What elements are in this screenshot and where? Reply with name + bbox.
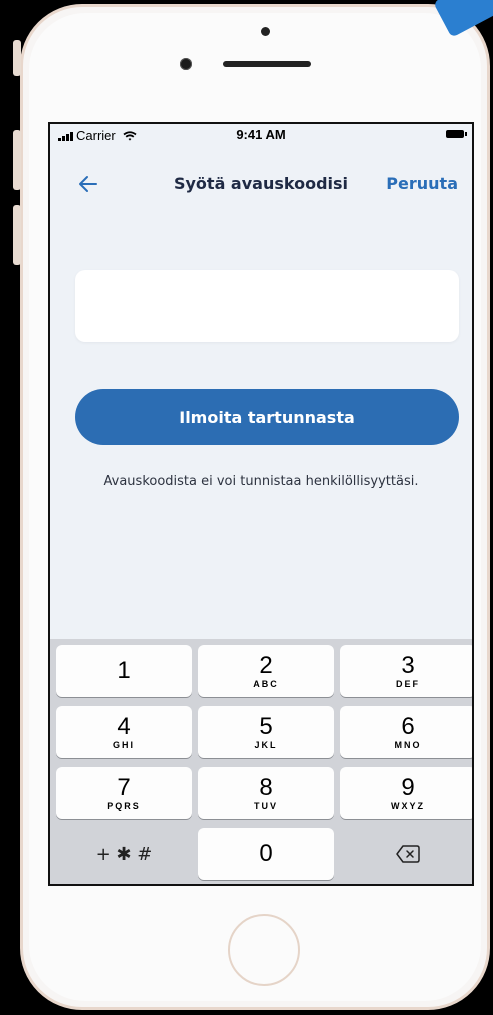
mute-switch <box>13 40 21 76</box>
key-backspace[interactable] <box>340 828 472 880</box>
key-letters: MNO <box>394 739 422 750</box>
key-digit: 9 <box>401 773 415 801</box>
key-4[interactable]: 4 GHI <box>56 706 192 758</box>
symbols-label: + ✱ # <box>95 843 153 865</box>
front-camera <box>180 58 192 70</box>
key-2[interactable]: 2 ABC <box>198 645 334 697</box>
key-9[interactable]: 9 WXYZ <box>340 767 472 819</box>
key-7[interactable]: 7 PQRS <box>56 767 192 819</box>
battery-icon <box>446 130 467 138</box>
volume-up-button <box>13 130 21 190</box>
key-1[interactable]: 1 <box>56 645 192 697</box>
volume-down-button <box>13 205 21 265</box>
key-digit: 8 <box>259 773 273 801</box>
earpiece-speaker <box>223 61 311 67</box>
unlock-code-input[interactable] <box>75 270 459 342</box>
key-letters: JKL <box>254 739 278 750</box>
key-digit: 0 <box>259 840 273 867</box>
backspace-icon <box>396 845 420 863</box>
key-3[interactable]: 3 DEF <box>340 645 472 697</box>
key-letters: TUV <box>254 800 278 811</box>
key-5[interactable]: 5 JKL <box>198 706 334 758</box>
key-letters: ABC <box>253 678 279 689</box>
proximity-sensor <box>261 27 270 36</box>
key-8[interactable]: 8 TUV <box>198 767 334 819</box>
key-digit: 4 <box>117 712 131 740</box>
key-6[interactable]: 6 MNO <box>340 706 472 758</box>
key-letters: GHI <box>112 739 135 750</box>
key-digit: 5 <box>259 712 273 740</box>
screen: Carrier 9:41 AM Syötä avauskoodisi Peruu… <box>48 122 474 886</box>
key-letters: WXYZ <box>391 800 425 811</box>
status-bar: Carrier 9:41 AM <box>50 124 472 146</box>
nav-bar: Syötä avauskoodisi Peruuta <box>50 164 472 204</box>
key-digit: 2 <box>259 651 273 679</box>
report-infection-button[interactable]: Ilmoita tartunnasta <box>75 389 459 445</box>
key-letters: DEF <box>396 678 420 689</box>
key-symbols[interactable]: + ✱ # <box>56 828 192 880</box>
numeric-keypad: 1 2 ABC 3 DEF 4 GHI 5 JKL 6 MNO 7 PQRS 8… <box>50 639 472 884</box>
key-digit: 1 <box>117 657 131 684</box>
key-0[interactable]: 0 <box>198 828 334 880</box>
privacy-info-text: Avauskoodista ei voi tunnistaa henkilöll… <box>103 474 419 489</box>
cancel-button[interactable]: Peruuta <box>386 174 458 193</box>
key-letters: PQRS <box>107 800 141 811</box>
key-digit: 3 <box>401 651 415 679</box>
key-digit: 6 <box>401 712 415 740</box>
key-digit: 7 <box>117 773 131 801</box>
home-button[interactable] <box>228 914 300 986</box>
status-time: 9:41 AM <box>236 127 286 142</box>
